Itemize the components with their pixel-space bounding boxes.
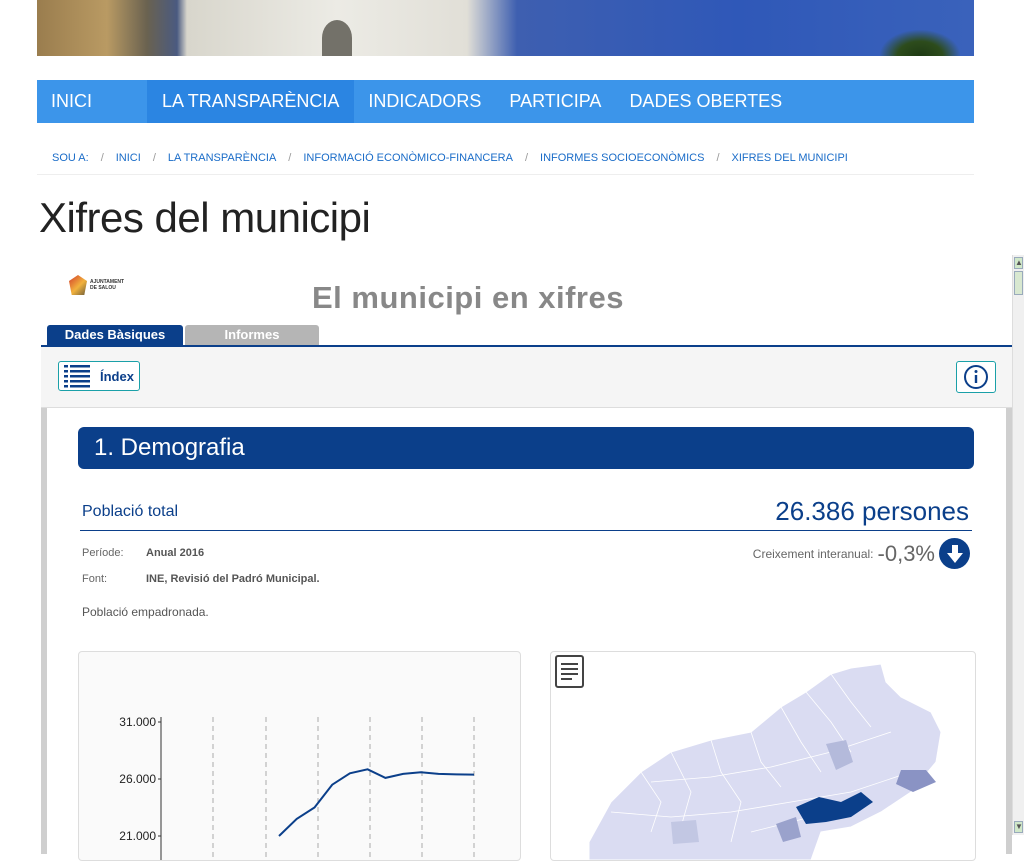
- tab-dades-basiques[interactable]: Dades Bàsiques: [47, 325, 183, 345]
- tab-informes[interactable]: Informes: [185, 325, 319, 345]
- indicator-label: Població total: [82, 503, 179, 520]
- nav-item-transparencia[interactable]: LA TRANSPARÈNCIA: [147, 80, 355, 123]
- app-tabs: Dades Bàsiques Informes: [47, 325, 319, 345]
- population-line-chart: 31.000 26.000 21.000: [119, 715, 475, 860]
- chart-y-tick-label: 31.000: [119, 715, 156, 729]
- breadcrumb-current[interactable]: XIFRES DEL MUNICIPI: [732, 152, 848, 174]
- logo-text-line2: DE SALOU: [90, 285, 116, 291]
- indicator-divider: [80, 530, 972, 531]
- indicator-value: 26.386 persones: [775, 496, 969, 526]
- banner-palm-tree: [880, 30, 960, 56]
- map-region-outline: [588, 663, 942, 860]
- list-icon: [64, 365, 90, 388]
- section-header-demografia: 1. Demografia: [78, 427, 974, 469]
- map-region-light-2: [671, 820, 699, 844]
- chart-y-tick-label: 21.000: [119, 829, 156, 843]
- chart-y-tick-label: 26.000: [119, 772, 156, 786]
- population-map-card: [550, 651, 976, 861]
- content-panel: 1. Demografia Població total 26.386 pers…: [41, 408, 1012, 861]
- period-row: Període: Anual 2016: [82, 547, 204, 559]
- coat-of-arms-icon: [69, 275, 87, 295]
- nav-item-inici[interactable]: INICI: [37, 80, 147, 123]
- source-row: Font: INE, Revisió del Padró Municipal.: [82, 573, 320, 585]
- nav-item-dades-obertes[interactable]: DADES OBERTES: [615, 80, 796, 123]
- growth-value: -0,3%: [877, 540, 935, 566]
- period-label: Període:: [82, 547, 124, 559]
- nav-item-participa[interactable]: PARTICIPA: [495, 80, 615, 123]
- breadcrumb-separator: /: [288, 152, 292, 164]
- indicator-note: Població empadronada.: [82, 605, 209, 619]
- breadcrumb-link-transparencia[interactable]: LA TRANSPARÈNCIA: [168, 152, 276, 174]
- nav-item-indicadors[interactable]: INDICADORS: [354, 80, 495, 123]
- breadcrumb-prefix: SOU A:: [52, 152, 89, 164]
- growth-label: Creixement interanual:: [752, 546, 874, 561]
- scrollbar-thumb[interactable]: [1014, 271, 1023, 295]
- banner-statue-shadow: [322, 20, 352, 56]
- source-label: Font:: [82, 573, 108, 585]
- breadcrumb-separator: /: [152, 152, 156, 164]
- main-nav: INICI LA TRANSPARÈNCIA INDICADORS PARTIC…: [37, 80, 974, 123]
- breadcrumb-link-informacio[interactable]: INFORMACIÓ ECONÒMICO-FINANCERA: [303, 152, 513, 174]
- chart-series-line: [278, 768, 475, 837]
- section-title: 1. Demografia: [94, 434, 245, 461]
- breadcrumb-separator: /: [100, 152, 104, 164]
- breadcrumb-separator: /: [524, 152, 529, 164]
- header-banner-image: [37, 0, 974, 56]
- scroll-up-icon[interactable]: ▲: [1014, 257, 1023, 269]
- population-chart-card: 31.000 26.000 21.000: [78, 651, 521, 861]
- breadcrumb-separator: /: [716, 152, 720, 164]
- ajuntament-logo: AJUNTAMENT DE SALOU: [69, 275, 124, 295]
- scroll-down-icon[interactable]: ▼: [1014, 821, 1023, 833]
- breadcrumb: SOU A: / INICI / LA TRANSPARÈNCIA / INFORMA…: [37, 152, 974, 175]
- info-icon: [964, 365, 988, 389]
- source-value: INE, Revisió del Padró Municipal.: [146, 573, 320, 585]
- index-button-label: Índex: [100, 368, 134, 384]
- page-title: Xifres del municipi: [39, 194, 371, 241]
- app-toolbar: Índex: [41, 347, 1012, 408]
- breadcrumb-link-inici[interactable]: INICI: [116, 152, 141, 174]
- app-title: El municipi en xifres: [312, 280, 624, 315]
- info-button[interactable]: [956, 361, 996, 393]
- choropleth-map: [555, 655, 942, 860]
- breadcrumb-link-informes[interactable]: INFORMES SOCIOECONÒMICS: [540, 152, 704, 174]
- index-button[interactable]: Índex: [58, 361, 140, 391]
- map-table-icon[interactable]: [555, 655, 584, 688]
- growth-indicator: Creixement interanual: -0,3%: [753, 538, 970, 569]
- logo-text: AJUNTAMENT DE SALOU: [90, 279, 124, 291]
- arrow-down-icon: [939, 538, 970, 569]
- period-value: Anual 2016: [146, 547, 205, 559]
- vertical-scrollbar[interactable]: ▲ ▼: [1012, 255, 1024, 835]
- embedded-app: AJUNTAMENT DE SALOU El municipi en xifre…: [37, 255, 1024, 861]
